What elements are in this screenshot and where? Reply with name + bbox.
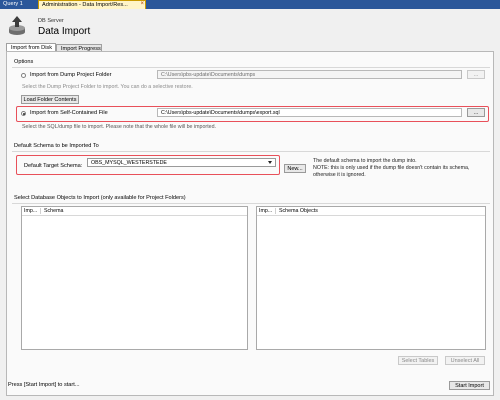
select-tables-button[interactable]: Select Tables (398, 356, 438, 365)
options-divider (12, 67, 490, 68)
self-contained-browse-button[interactable]: ... (467, 108, 485, 117)
close-icon[interactable]: × (140, 0, 144, 9)
schema-objects-list-header: Imp... Schema Objects (257, 207, 485, 216)
tab-query-1[interactable]: Query 1 (0, 0, 36, 9)
dump-folder-browse-button[interactable]: ... (467, 70, 485, 79)
objects-section-title: Select Database Objects to Import (only … (14, 195, 186, 201)
dump-folder-label: Import from Dump Project Folder (30, 72, 112, 78)
column-header-import[interactable]: Imp... (259, 207, 272, 215)
status-text: Press [Start Import] to start... (8, 382, 80, 388)
default-target-schema-select[interactable]: OBS_MYSQL_WESTERSTEDE (87, 158, 276, 167)
column-divider[interactable] (40, 208, 41, 214)
column-header-schema[interactable]: Schema (44, 207, 63, 215)
schema-objects-list[interactable]: Imp... Schema Objects (256, 206, 486, 350)
schemas-list[interactable]: Imp... Schema (21, 206, 248, 350)
dump-folder-path-field[interactable]: C:\Users\pbs-update\Documents\dumps (157, 70, 462, 79)
default-schema-note-3: otherwise it is ignored. (313, 172, 366, 178)
tab-administration-data-import[interactable]: Administration - Data Import/Res... × (38, 0, 146, 9)
default-target-schema-label: Default Target Schema: (24, 163, 83, 169)
default-schema-section-title: Default Schema to be Imported To (14, 143, 99, 149)
default-target-schema-value: OBS_MYSQL_WESTERSTEDE (91, 160, 167, 166)
dump-folder-radio[interactable] (21, 73, 26, 78)
header-subtitle: DB Server (38, 18, 64, 24)
self-contained-label: Import from Self-Contained File (30, 110, 108, 116)
load-folder-contents-button[interactable]: Load Folder Contents (21, 95, 79, 104)
chevron-down-icon (268, 161, 272, 164)
default-schema-note-2: NOTE: this is only used if the dump file… (313, 165, 470, 171)
self-contained-path-field[interactable]: C:\Users\pbs-update\Documents\dumps\expo… (157, 108, 462, 117)
objects-divider (12, 203, 490, 204)
unselect-all-button[interactable]: Unselect All (445, 356, 485, 365)
start-import-button[interactable]: Start Import (449, 381, 490, 390)
page-title: Data Import (38, 26, 91, 37)
tab-label: Administration - Data Import/Res... (42, 2, 128, 8)
server-upload-icon (9, 16, 25, 35)
options-section-title: Options (14, 59, 34, 65)
default-schema-divider (12, 151, 490, 152)
default-schema-note-1: The default schema to import the dump in… (313, 158, 417, 164)
dump-folder-hint: Select the Dump Project Folder to import… (22, 84, 193, 90)
column-divider[interactable] (275, 208, 276, 214)
schemas-list-header: Imp... Schema (22, 207, 247, 216)
new-schema-button[interactable]: New... (284, 164, 306, 173)
self-contained-hint: Select the SQL/dump file to import. Plea… (22, 124, 217, 130)
column-header-import[interactable]: Imp... (24, 207, 37, 215)
self-contained-radio[interactable] (21, 111, 26, 116)
column-header-schema-objects[interactable]: Schema Objects (279, 207, 318, 215)
